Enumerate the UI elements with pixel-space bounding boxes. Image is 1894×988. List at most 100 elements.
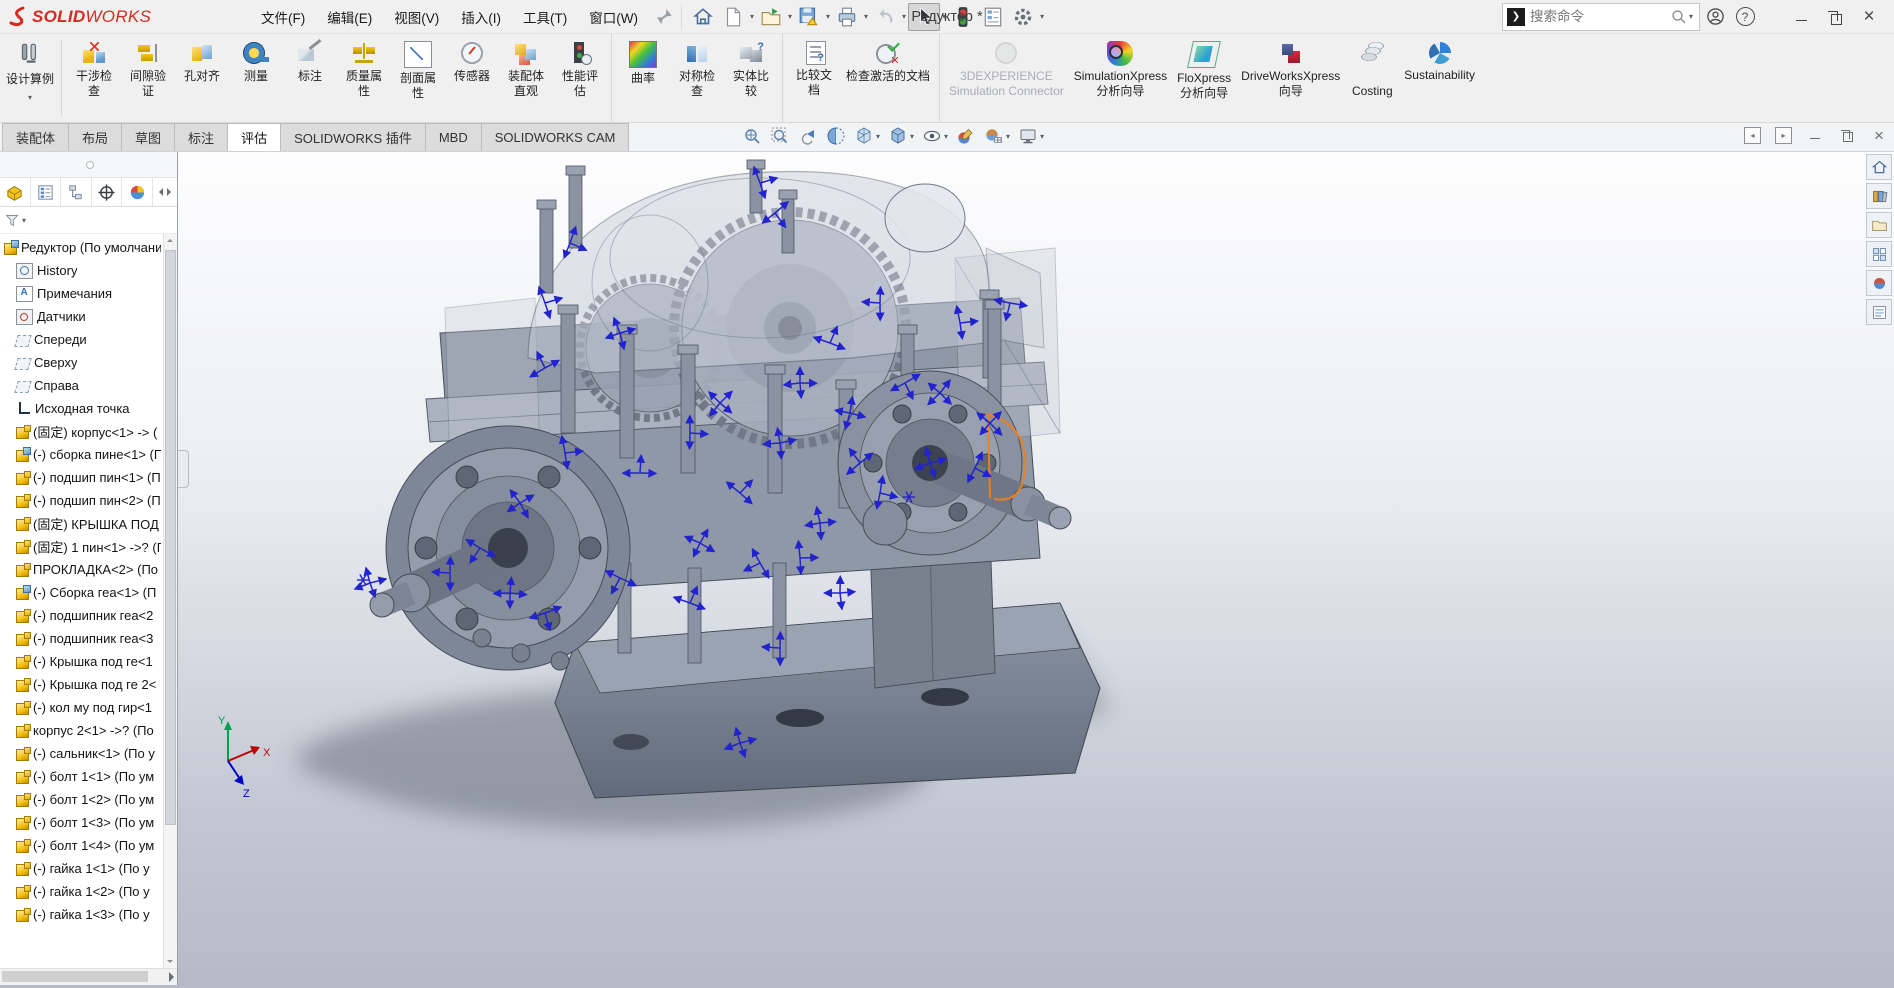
- tree-item[interactable]: (-) подшипник геа<2: [0, 604, 177, 627]
- print-button[interactable]: [832, 4, 862, 30]
- save-caret-icon[interactable]: ▾: [824, 12, 832, 21]
- command-tab[interactable]: SOLIDWORKS CAM: [481, 123, 630, 151]
- view-settings-button[interactable]: [1014, 124, 1048, 148]
- open-caret-icon[interactable]: ▾: [786, 12, 794, 21]
- tree-item[interactable]: (-) кол му под гир<1: [0, 696, 177, 719]
- new-doc-caret-icon[interactable]: ▾: [748, 12, 756, 21]
- search-icon[interactable]: [1671, 9, 1687, 25]
- help-icon[interactable]: [1730, 4, 1760, 30]
- save-button[interactable]: [794, 4, 824, 30]
- tree-item[interactable]: (-) Сборка геа<1> (П: [0, 581, 177, 604]
- hscrollbar-thumb[interactable]: [2, 971, 148, 982]
- command-tab[interactable]: 布局: [68, 123, 122, 151]
- tree-item[interactable]: (固定) КРЫШКА ПОД П: [0, 512, 177, 535]
- pin-icon[interactable]: [651, 5, 675, 29]
- tab-display-manager[interactable]: [122, 178, 153, 206]
- options-caret-icon[interactable]: ▾: [1038, 12, 1046, 21]
- doc-close-button[interactable]: [1870, 126, 1888, 144]
- doc-minimize-button[interactable]: [1806, 126, 1824, 144]
- design-library-icon[interactable]: [1866, 183, 1892, 209]
- ribbon-button[interactable]: Sustainability: [1399, 34, 1480, 122]
- zoom-to-fit-button[interactable]: [738, 124, 766, 148]
- tree-item[interactable]: (-) Крышка под ге<1: [0, 650, 177, 673]
- scroll-right-icon[interactable]: [169, 972, 174, 982]
- zoom-to-area-button[interactable]: [766, 124, 794, 148]
- open-button[interactable]: [756, 4, 786, 30]
- tree-item[interactable]: ПРОКЛАДКА<2> (По: [0, 558, 177, 581]
- ribbon-button[interactable]: 实体比较: [724, 34, 783, 122]
- menu-item[interactable]: 编辑(E): [316, 0, 383, 33]
- tree-item[interactable]: (-) гайка 1<3> (По у: [0, 903, 177, 926]
- scrollbar-thumb[interactable]: [165, 250, 176, 825]
- command-tab[interactable]: 评估: [227, 123, 281, 151]
- appearances-scenes-icon[interactable]: [1866, 270, 1892, 296]
- tree-item[interactable]: Справа: [0, 374, 177, 397]
- close-button[interactable]: [1852, 4, 1886, 30]
- filter-caret-icon[interactable]: ▾: [22, 216, 26, 225]
- minimize-button[interactable]: [1784, 4, 1818, 30]
- tree-item[interactable]: (-) подшип пин<1> (П: [0, 466, 177, 489]
- tree-item[interactable]: (-) болт 1<2> (По ум: [0, 788, 177, 811]
- menu-item[interactable]: 工具(T): [512, 0, 578, 33]
- collapse-right-pane-icon[interactable]: ▸: [1775, 127, 1792, 144]
- design-study-caret-icon[interactable]: ▾: [28, 93, 32, 102]
- tree-item[interactable]: (-) сальник<1> (По у: [0, 742, 177, 765]
- tree-item[interactable]: (-) подшип пин<2> (П: [0, 489, 177, 512]
- filter-funnel-icon[interactable]: [4, 212, 21, 229]
- tree-item[interactable]: (-) болт 1<3> (По ум: [0, 811, 177, 834]
- tree-item[interactable]: History: [0, 259, 177, 282]
- menu-item[interactable]: 视图(V): [383, 0, 450, 33]
- apply-scene-button[interactable]: [980, 124, 1014, 148]
- ribbon-button[interactable]: 性能评估: [553, 34, 612, 122]
- ribbon-button[interactable]: 测量: [229, 34, 283, 122]
- design-study-button[interactable]: 设计算例 ▾: [4, 34, 56, 122]
- tree-item[interactable]: (-) сборка пине<1> (П: [0, 443, 177, 466]
- resources-home-icon[interactable]: [1866, 154, 1892, 180]
- display-style-button[interactable]: [884, 124, 918, 148]
- undo-button[interactable]: [870, 4, 900, 30]
- account-icon[interactable]: [1700, 4, 1730, 30]
- ribbon-button[interactable]: DriveWorksXpress向导: [1236, 34, 1345, 122]
- command-tab[interactable]: 草图: [121, 123, 175, 151]
- tab-property-manager[interactable]: [31, 178, 62, 206]
- menu-item[interactable]: 窗口(W): [578, 0, 649, 33]
- panel-splitter-handle[interactable]: [177, 450, 189, 488]
- ribbon-button[interactable]: 曲率: [616, 34, 670, 122]
- tree-item[interactable]: Редуктор (По умолчани: [0, 236, 177, 259]
- tree-item[interactable]: Примечания: [0, 282, 177, 305]
- ribbon-button[interactable]: 标注: [283, 34, 337, 122]
- edit-appearance-button[interactable]: [952, 124, 980, 148]
- tab-dimxpert-manager[interactable]: [92, 178, 123, 206]
- tree-item[interactable]: (-) Крышка под ге 2<: [0, 673, 177, 696]
- ribbon-button[interactable]: 3DEXPERIENCESimulation Connector: [944, 34, 1069, 122]
- section-view-button[interactable]: [822, 124, 850, 148]
- tab-configuration-manager[interactable]: [61, 178, 92, 206]
- ribbon-button[interactable]: 间隙验证: [121, 34, 175, 122]
- ribbon-button[interactable]: 比较文档: [787, 34, 841, 122]
- tree-item[interactable]: (-) подшипник геа<3: [0, 627, 177, 650]
- command-tab[interactable]: 标注: [174, 123, 228, 151]
- restore-button[interactable]: [1818, 4, 1852, 30]
- command-tab[interactable]: MBD: [425, 123, 482, 151]
- scroll-down-icon[interactable]: [167, 960, 173, 963]
- ribbon-button[interactable]: 干涉检查: [67, 34, 121, 122]
- tree-vertical-scrollbar[interactable]: [163, 234, 177, 968]
- print-caret-icon[interactable]: ▾: [862, 12, 870, 21]
- tree-horizontal-scrollbar[interactable]: [0, 968, 177, 985]
- search-input[interactable]: [1525, 9, 1671, 24]
- file-explorer-icon[interactable]: [1866, 212, 1892, 238]
- ribbon-button[interactable]: 检查激活的文档: [841, 34, 940, 122]
- ribbon-button[interactable]: SimulationXpress分析向导: [1069, 34, 1172, 122]
- ribbon-button[interactable]: 孔对齐: [175, 34, 229, 122]
- menu-item[interactable]: 文件(F): [250, 0, 316, 33]
- tree-item[interactable]: (-) болт 1<4> (По ум: [0, 834, 177, 857]
- tab-feature-tree[interactable]: [0, 178, 31, 206]
- view-palette-icon[interactable]: [1866, 241, 1892, 267]
- command-tab[interactable]: 装配体: [2, 123, 69, 151]
- tree-item[interactable]: (固定) 1 пин<1> ->? (П: [0, 535, 177, 558]
- tree-item[interactable]: Датчики: [0, 305, 177, 328]
- tree-item[interactable]: Исходная точка: [0, 397, 177, 420]
- ribbon-button[interactable]: 传感器: [445, 34, 499, 122]
- options-button[interactable]: [1008, 4, 1038, 30]
- tree-item[interactable]: (-) болт 1<1> (По ум: [0, 765, 177, 788]
